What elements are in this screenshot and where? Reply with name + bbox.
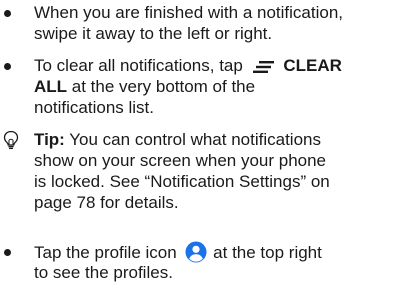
- list-item-text: When you are finished with a notificatio…: [34, 2, 395, 44]
- text-line: page 78 for details.: [34, 193, 179, 212]
- text-fragment: Tap the profile icon: [34, 243, 177, 262]
- clear-all-icon: [252, 61, 274, 73]
- text-line: ALL at the very bottom of the: [34, 76, 395, 97]
- text-line: To clear all notifications, tap CLEAR: [34, 55, 395, 76]
- bullet: [4, 63, 11, 70]
- tip-text: Tip: You can control what notifications …: [34, 129, 395, 213]
- text-line: show on your screen when your phone: [34, 151, 327, 170]
- text-fragment: at the very bottom of the: [67, 77, 256, 96]
- text-line: swipe it away to the left or right.: [34, 24, 273, 43]
- text-line: to see the profiles.: [34, 263, 173, 282]
- bold-label: CLEAR: [283, 56, 342, 75]
- bold-label: ALL: [34, 77, 68, 96]
- bullet: [4, 249, 11, 256]
- text-line: is locked. See “Notification Settings” o…: [34, 172, 330, 191]
- profile-icon: [185, 241, 207, 263]
- text-fragment: To clear all notifications, tap: [34, 56, 243, 75]
- text-fragment: You can control what notifications: [64, 130, 321, 149]
- text-fragment: at the top right: [213, 243, 322, 262]
- text-line: Tip: You can control what notifications: [34, 129, 395, 150]
- tip-label: Tip:: [34, 130, 65, 149]
- list-item-text: Tap the profile icon at the top right to…: [34, 241, 395, 283]
- text-line: notifications list.: [34, 98, 154, 117]
- list-item-text: To clear all notifications, tap CLEAR AL…: [34, 55, 395, 118]
- text-line: When you are finished with a notificatio…: [34, 3, 344, 22]
- text-line: Tap the profile icon at the top right: [34, 241, 395, 263]
- lightbulb-icon: [3, 130, 19, 150]
- bullet: [4, 10, 11, 17]
